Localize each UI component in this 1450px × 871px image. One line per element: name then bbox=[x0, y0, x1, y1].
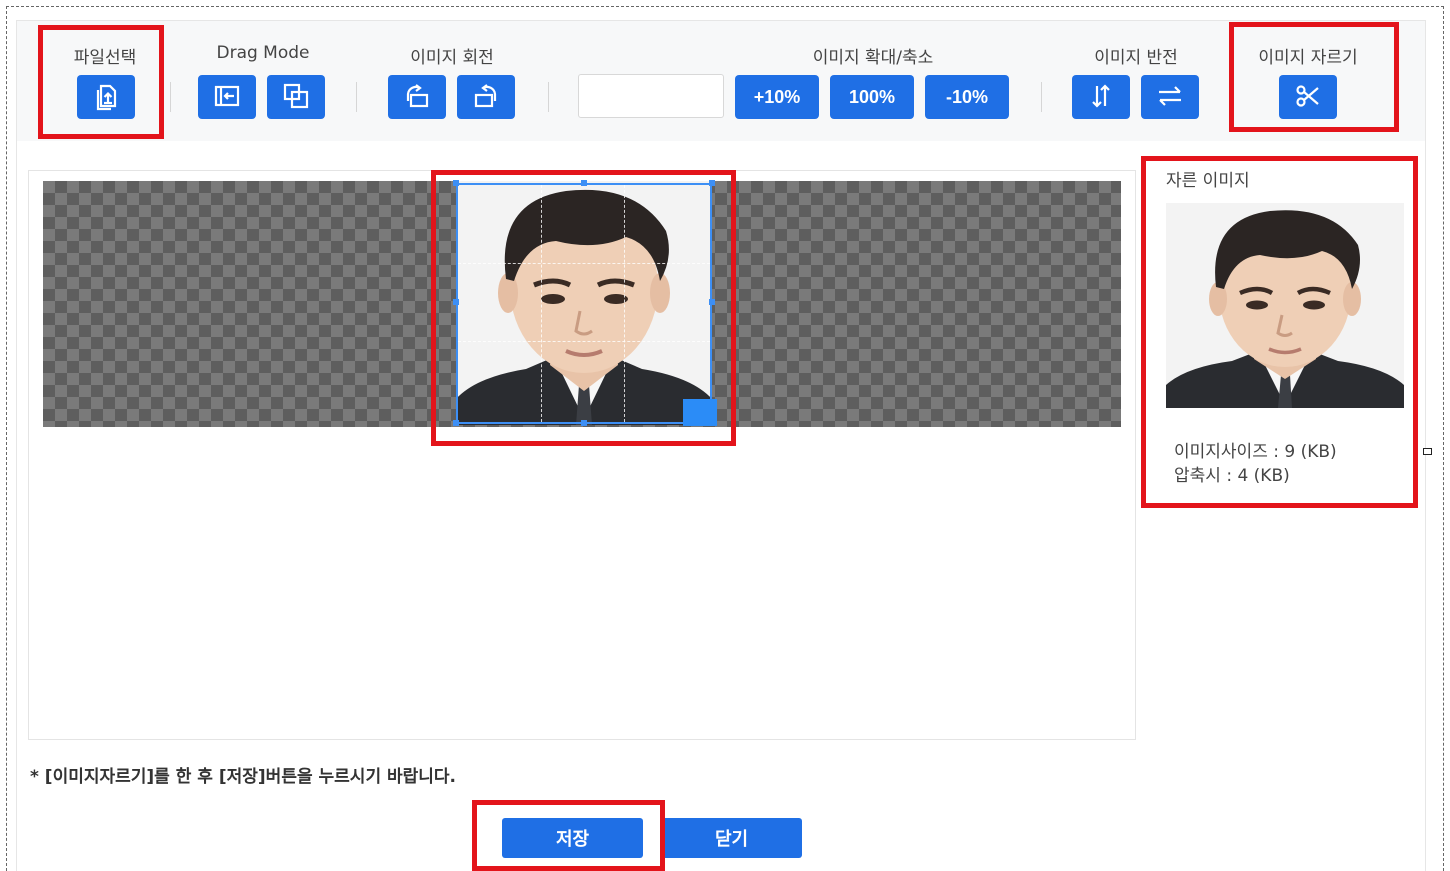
image-size-text: 이미지사이즈 : 9 (KB) bbox=[1174, 442, 1337, 462]
flip-horizontal-icon bbox=[1155, 81, 1185, 114]
flip-vertical-button[interactable] bbox=[1072, 75, 1130, 119]
instruction-notice: * [이미지자르기]를 한 후 [저장]버튼을 누르시기 바랍니다. bbox=[30, 767, 457, 787]
save-button[interactable]: 저장 bbox=[502, 818, 643, 858]
zoom-out-button[interactable]: -10% bbox=[925, 75, 1009, 119]
drag-mode-label: Drag Mode bbox=[216, 43, 310, 63]
flip-label: 이미지 반전 bbox=[1094, 48, 1178, 68]
zoom-label: 이미지 확대/축소 bbox=[812, 48, 934, 68]
crop-resize-handle[interactable] bbox=[683, 399, 717, 426]
close-button[interactable]: 닫기 bbox=[661, 818, 802, 858]
drag-mode-crop-button[interactable] bbox=[267, 75, 325, 119]
rotate-right-button[interactable] bbox=[457, 75, 515, 119]
zoom-in-button[interactable]: +10% bbox=[735, 75, 819, 119]
separator bbox=[1041, 82, 1042, 112]
crop-guide bbox=[624, 185, 626, 422]
compressed-size-text: 압축시 : 4 (KB) bbox=[1174, 466, 1290, 486]
flip-vertical-icon bbox=[1086, 81, 1116, 114]
drag-mode-move-button[interactable] bbox=[198, 75, 256, 119]
crop-label: 이미지 자르기 bbox=[1258, 48, 1358, 68]
cropped-photo bbox=[1166, 203, 1404, 408]
crop-selection-box[interactable] bbox=[456, 183, 712, 424]
crop-handle[interactable] bbox=[581, 180, 587, 186]
move-arrow-icon bbox=[212, 81, 242, 114]
small-square-icon bbox=[1423, 448, 1432, 455]
separator bbox=[356, 82, 357, 112]
crop-select-icon bbox=[281, 81, 311, 114]
zoom-in-label: +10% bbox=[753, 86, 801, 107]
file-select-label: 파일선택 bbox=[73, 48, 137, 68]
crop-guide bbox=[541, 185, 543, 422]
separator bbox=[548, 82, 549, 112]
crop-handle[interactable] bbox=[581, 420, 587, 426]
zoom-out-label: -10% bbox=[945, 86, 989, 107]
rotate-left-icon bbox=[402, 81, 432, 114]
zoom-reset-label: 100% bbox=[848, 86, 896, 107]
preview-title: 자른 이미지 bbox=[1166, 171, 1250, 191]
file-select-button[interactable] bbox=[77, 75, 135, 119]
rotate-label: 이미지 회전 bbox=[410, 48, 494, 68]
crop-handle[interactable] bbox=[709, 180, 715, 186]
crop-guide bbox=[458, 341, 710, 343]
rotate-right-icon bbox=[471, 81, 501, 114]
flip-horizontal-button[interactable] bbox=[1141, 75, 1199, 119]
zoom-input[interactable] bbox=[578, 74, 724, 118]
crop-handle[interactable] bbox=[709, 299, 715, 305]
scissors-icon bbox=[1293, 81, 1323, 114]
crop-handle[interactable] bbox=[453, 180, 459, 186]
zoom-reset-button[interactable]: 100% bbox=[830, 75, 914, 119]
file-upload-icon bbox=[91, 81, 121, 114]
separator bbox=[170, 82, 171, 112]
crop-button[interactable] bbox=[1279, 75, 1337, 119]
crop-guide bbox=[458, 263, 710, 265]
crop-handle[interactable] bbox=[453, 420, 459, 426]
rotate-left-button[interactable] bbox=[388, 75, 446, 119]
crop-handle[interactable] bbox=[453, 299, 459, 305]
